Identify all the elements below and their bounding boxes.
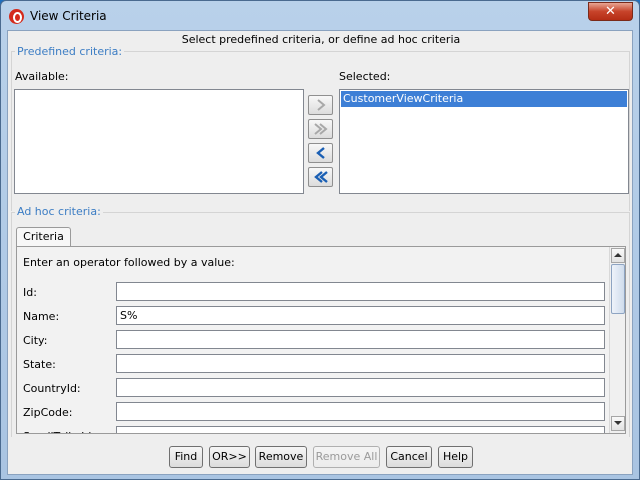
title-bar[interactable]: View Criteria ✕ bbox=[1, 1, 639, 31]
criteria-field-input[interactable] bbox=[116, 282, 605, 301]
criteria-field-row: CountryId: bbox=[17, 378, 607, 398]
criteria-field-row: Name: S% bbox=[17, 306, 607, 326]
remove-button[interactable]: Remove bbox=[255, 446, 307, 468]
arrow-down-icon bbox=[614, 421, 622, 425]
criteria-panel: Enter an operator followed by a value: I… bbox=[16, 246, 626, 434]
help-button[interactable]: Help bbox=[438, 446, 473, 468]
move-left-button[interactable] bbox=[308, 143, 333, 163]
view-criteria-dialog: View Criteria ✕ Select predefined criter… bbox=[0, 0, 640, 480]
or-button[interactable]: OR>> bbox=[209, 446, 250, 468]
available-list[interactable] bbox=[14, 89, 304, 194]
move-all-left-button[interactable] bbox=[308, 167, 333, 187]
criteria-field-row: Id: bbox=[17, 282, 607, 302]
scroll-down-button[interactable] bbox=[611, 416, 625, 431]
criteria-field-input[interactable] bbox=[116, 402, 605, 421]
selected-list-item[interactable]: CustomerViewCriteria bbox=[341, 91, 627, 107]
move-all-left-icon bbox=[314, 171, 328, 183]
move-left-icon bbox=[316, 147, 325, 159]
predefined-group-label: Predefined criteria: bbox=[15, 45, 125, 58]
vertical-scrollbar[interactable] bbox=[609, 247, 625, 433]
criteria-field-label: SmallTaikaId: bbox=[23, 430, 95, 433]
scroll-up-button[interactable] bbox=[611, 248, 625, 263]
close-button[interactable]: ✕ bbox=[588, 2, 633, 21]
scroll-thumb[interactable] bbox=[611, 264, 625, 314]
criteria-field-label: Name: bbox=[23, 310, 60, 323]
cancel-button[interactable]: Cancel bbox=[386, 446, 432, 468]
move-right-button[interactable] bbox=[308, 95, 333, 115]
adhoc-group-label: Ad hoc criteria: bbox=[15, 205, 103, 218]
find-button[interactable]: Find bbox=[169, 446, 203, 468]
dialog-body: Select predefined criteria, or define ad… bbox=[7, 30, 633, 475]
selected-label: Selected: bbox=[339, 70, 391, 83]
criteria-field-label: CountryId: bbox=[23, 382, 81, 395]
criteria-field-label: City: bbox=[23, 334, 48, 347]
arrow-up-icon bbox=[614, 253, 622, 257]
criteria-field-label: Id: bbox=[23, 286, 37, 299]
oracle-app-icon bbox=[9, 9, 24, 24]
criteria-field-label: ZipCode: bbox=[23, 406, 73, 419]
move-all-right-button[interactable] bbox=[308, 119, 333, 139]
criteria-field-input[interactable]: S% bbox=[116, 306, 605, 325]
criteria-field-input[interactable] bbox=[116, 330, 605, 349]
criteria-field-row: City: bbox=[17, 330, 607, 350]
criteria-field-input[interactable] bbox=[116, 354, 605, 373]
criteria-field-row: SmallTaikaId: bbox=[17, 426, 607, 433]
operator-hint: Enter an operator followed by a value: bbox=[23, 256, 235, 269]
criteria-field-row: State: bbox=[17, 354, 607, 374]
selected-list[interactable]: CustomerViewCriteria bbox=[339, 89, 629, 194]
move-right-icon bbox=[317, 99, 326, 111]
move-all-right-icon bbox=[314, 123, 328, 135]
tab-criteria[interactable]: Criteria bbox=[16, 227, 71, 247]
remove-all-button[interactable]: Remove All bbox=[313, 446, 380, 468]
window-title: View Criteria bbox=[30, 9, 107, 23]
criteria-field-label: State: bbox=[23, 358, 56, 371]
available-label: Available: bbox=[15, 70, 69, 83]
criteria-field-row: ZipCode: bbox=[17, 402, 607, 422]
criteria-field-input[interactable] bbox=[116, 426, 605, 433]
criteria-field-input[interactable] bbox=[116, 378, 605, 397]
